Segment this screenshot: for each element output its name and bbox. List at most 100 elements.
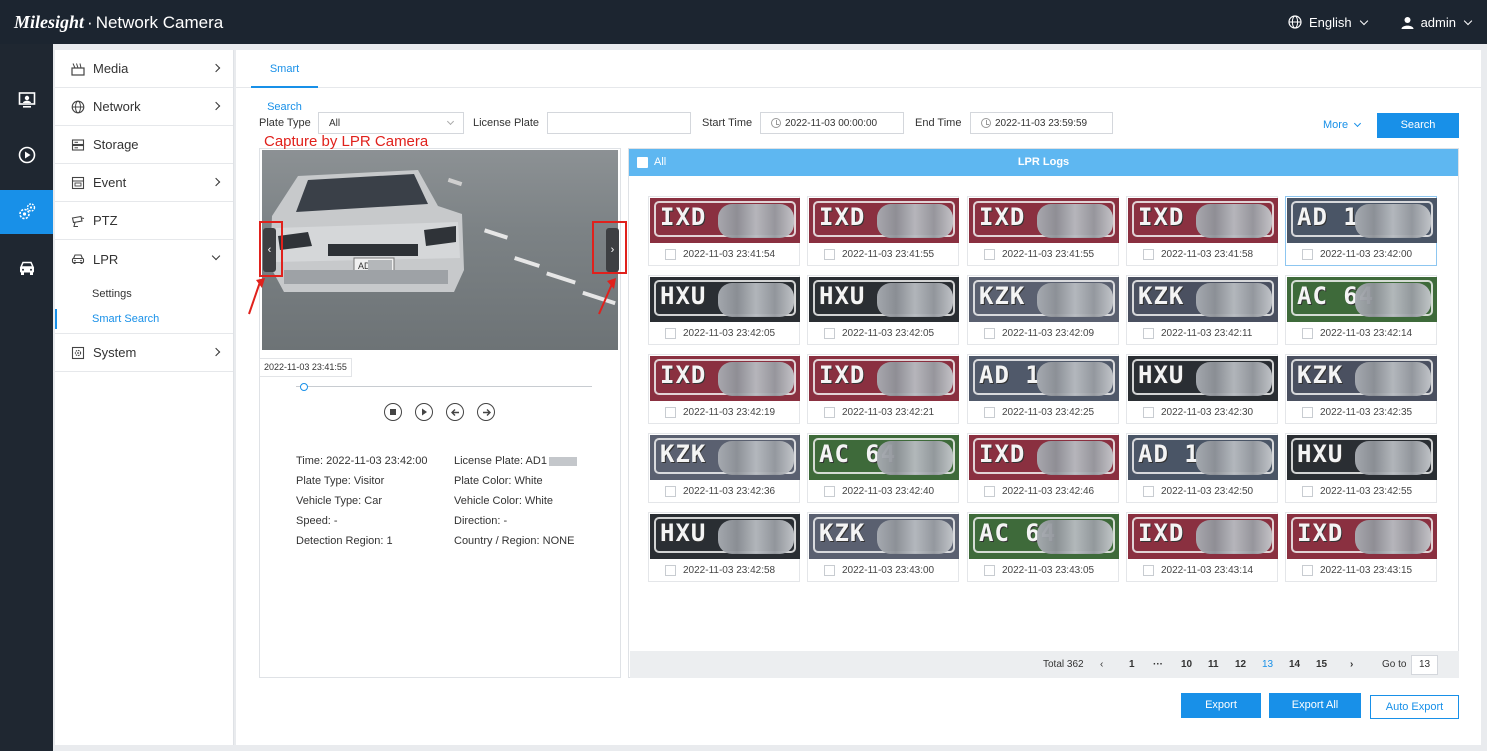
tab-smart-search[interactable]: Smart Search xyxy=(251,50,318,113)
rail-vehicle[interactable] xyxy=(0,246,53,290)
goto-page-input[interactable]: 13 xyxy=(1411,655,1438,675)
more-toggle[interactable]: More xyxy=(1323,119,1362,131)
plate-redaction xyxy=(877,362,953,396)
lpr-log-card[interactable]: IXD 2022-11-03 23:41:55 xyxy=(967,196,1119,266)
rail-settings[interactable] xyxy=(0,190,53,234)
log-checkbox[interactable] xyxy=(665,249,676,260)
page-link[interactable]: 1 xyxy=(1129,659,1135,670)
lpr-log-card[interactable]: IXD 2022-11-03 23:42:19 xyxy=(648,354,800,424)
menu-item-ptz[interactable]: PTZ xyxy=(55,202,233,240)
export-button[interactable]: Export xyxy=(1181,693,1261,718)
stop-button[interactable] xyxy=(384,403,402,421)
playback-track[interactable] xyxy=(296,386,592,387)
lpr-log-card[interactable]: IXD 2022-11-03 23:41:54 xyxy=(648,196,800,266)
page-link[interactable]: 15 xyxy=(1316,659,1327,670)
page-link[interactable]: 14 xyxy=(1289,659,1300,670)
play-button[interactable] xyxy=(415,403,433,421)
menu-item-media[interactable]: Media xyxy=(55,50,233,88)
lpr-log-card[interactable]: AC 64 2022-11-03 23:42:40 xyxy=(807,433,959,503)
log-checkbox[interactable] xyxy=(984,486,995,497)
lpr-log-card[interactable]: HXU 2022-11-03 23:42:30 xyxy=(1126,354,1278,424)
submenu-item-settings[interactable]: Settings xyxy=(55,281,233,306)
lpr-log-card[interactable]: AC 64 2022-11-03 23:43:05 xyxy=(967,512,1119,582)
search-button[interactable]: Search xyxy=(1377,113,1459,138)
plate-redaction xyxy=(1355,283,1431,317)
menu-item-system[interactable]: System xyxy=(55,334,233,372)
lpr-log-card[interactable]: HXU 2022-11-03 23:42:05 xyxy=(648,275,800,345)
log-checkbox[interactable] xyxy=(1143,249,1154,260)
log-checkbox[interactable] xyxy=(1143,486,1154,497)
previous-frame-button[interactable] xyxy=(446,403,464,421)
lpr-log-card[interactable]: HXU 2022-11-03 23:42:58 xyxy=(648,512,800,582)
lpr-log-card[interactable]: IXD 2022-11-03 23:42:46 xyxy=(967,433,1119,503)
event-icon xyxy=(71,176,85,190)
lpr-log-card[interactable]: IXD 2022-11-03 23:41:55 xyxy=(807,196,959,266)
log-checkbox[interactable] xyxy=(1302,407,1313,418)
lpr-log-card[interactable]: AD 1 2022-11-03 23:42:25 xyxy=(967,354,1119,424)
plate-type-select[interactable]: All xyxy=(318,112,464,134)
log-checkbox[interactable] xyxy=(665,328,676,339)
lpr-log-card[interactable]: IXD 2022-11-03 23:43:15 xyxy=(1285,512,1437,582)
lpr-log-card[interactable]: KZK 2022-11-03 23:43:00 xyxy=(807,512,959,582)
lpr-log-card[interactable]: KZK 2022-11-03 23:42:09 xyxy=(967,275,1119,345)
log-checkbox[interactable] xyxy=(824,486,835,497)
menu-item-event[interactable]: Event xyxy=(55,164,233,202)
license-plate-input[interactable] xyxy=(547,112,691,134)
next-frame-button[interactable] xyxy=(477,403,495,421)
lpr-log-card[interactable]: AD 1 2022-11-03 23:42:00 xyxy=(1285,196,1437,266)
lpr-log-card[interactable]: IXD 2022-11-03 23:42:21 xyxy=(807,354,959,424)
log-checkbox[interactable] xyxy=(665,407,676,418)
log-checkbox[interactable] xyxy=(824,565,835,576)
plate-thumbnail: IXD xyxy=(969,435,1119,480)
log-checkbox[interactable] xyxy=(1302,249,1313,260)
page-ellipsis[interactable]: ··· xyxy=(1153,659,1163,670)
lpr-log-card[interactable]: KZK 2022-11-03 23:42:36 xyxy=(648,433,800,503)
log-checkbox[interactable] xyxy=(824,249,835,260)
log-checkbox[interactable] xyxy=(984,407,995,418)
auto-export-button[interactable]: Auto Export xyxy=(1370,695,1459,719)
page-link[interactable]: 10 xyxy=(1181,659,1192,670)
lpr-log-card[interactable]: HXU 2022-11-03 23:42:05 xyxy=(807,275,959,345)
log-checkbox[interactable] xyxy=(984,328,995,339)
menu-item-storage[interactable]: Storage xyxy=(55,126,233,164)
lpr-log-card[interactable]: KZK 2022-11-03 23:42:11 xyxy=(1126,275,1278,345)
pagination-next[interactable]: › xyxy=(1350,659,1353,670)
export-all-button[interactable]: Export All xyxy=(1269,693,1361,718)
end-time-input[interactable]: 2022-11-03 23:59:59 xyxy=(970,112,1113,134)
menu-item-lpr[interactable]: LPR xyxy=(55,240,233,278)
log-checkbox[interactable] xyxy=(1143,565,1154,576)
lpr-log-card[interactable]: AC 64 2022-11-03 23:42:14 xyxy=(1285,275,1437,345)
log-checkbox[interactable] xyxy=(984,249,995,260)
lpr-log-card[interactable]: AD 1 2022-11-03 23:42:50 xyxy=(1126,433,1278,503)
log-checkbox[interactable] xyxy=(1143,407,1154,418)
log-checkbox[interactable] xyxy=(665,565,676,576)
log-checkbox[interactable] xyxy=(1302,565,1313,576)
plate-thumbnail: HXU xyxy=(1287,435,1437,480)
plate-thumbnail: HXU xyxy=(809,277,959,322)
brand: Milesight · Network Camera xyxy=(14,12,223,33)
log-checkbox[interactable] xyxy=(1302,328,1313,339)
page-link-current[interactable]: 13 xyxy=(1262,659,1273,670)
playback-knob[interactable] xyxy=(299,383,308,391)
page-link[interactable]: 11 xyxy=(1208,659,1219,670)
log-checkbox[interactable] xyxy=(665,486,676,497)
rail-live-view[interactable] xyxy=(0,78,53,122)
language-selector[interactable]: English xyxy=(1288,15,1368,30)
user-menu[interactable]: admin xyxy=(1401,15,1473,30)
rail-playback[interactable] xyxy=(0,133,53,177)
tab-bar: Smart Search xyxy=(236,50,1481,113)
lpr-log-card[interactable]: IXD 2022-11-03 23:43:14 xyxy=(1126,512,1278,582)
log-checkbox[interactable] xyxy=(984,565,995,576)
log-checkbox[interactable] xyxy=(824,328,835,339)
lpr-log-card[interactable]: KZK 2022-11-03 23:42:35 xyxy=(1285,354,1437,424)
log-checkbox[interactable] xyxy=(1143,328,1154,339)
log-checkbox[interactable] xyxy=(824,407,835,418)
menu-item-network[interactable]: Network xyxy=(55,88,233,126)
submenu-item-smart-search[interactable]: Smart Search xyxy=(55,306,233,331)
lpr-log-card[interactable]: HXU 2022-11-03 23:42:55 xyxy=(1285,433,1437,503)
lpr-log-card[interactable]: IXD 2022-11-03 23:41:58 xyxy=(1126,196,1278,266)
page-link[interactable]: 12 xyxy=(1235,659,1246,670)
log-checkbox[interactable] xyxy=(1302,486,1313,497)
start-time-input[interactable]: 2022-11-03 00:00:00 xyxy=(760,112,904,134)
pagination-prev[interactable]: ‹ xyxy=(1100,659,1103,670)
